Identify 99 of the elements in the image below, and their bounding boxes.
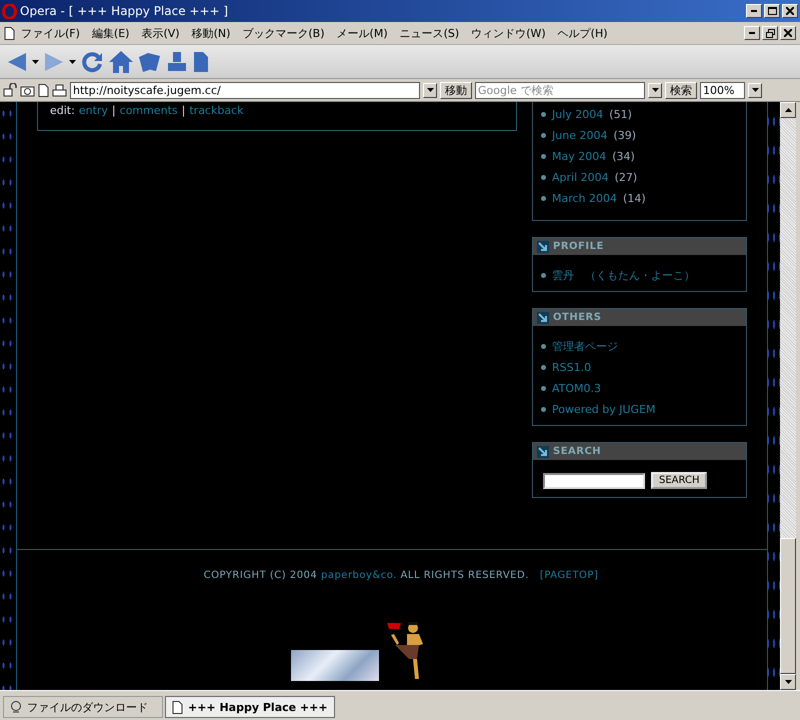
bullet-icon xyxy=(541,364,546,370)
dropdown-button[interactable] xyxy=(69,60,76,64)
arrow-icon xyxy=(537,240,549,252)
archive-link[interactable]: April 2004 xyxy=(552,170,609,184)
download-icon xyxy=(10,701,22,713)
zoom-dropdown-button[interactable] xyxy=(748,82,762,98)
scroll-up-button[interactable] xyxy=(780,102,796,118)
bullet-icon xyxy=(541,112,546,116)
pagetop-link[interactable]: [PAGETOP] xyxy=(540,570,598,581)
sidebar-link[interactable]: 管理者ページ xyxy=(552,338,618,354)
page-icon xyxy=(38,84,49,96)
search-field[interactable]: Google で検索 xyxy=(475,82,645,98)
sidebar-title: OTHERS xyxy=(553,312,602,323)
post-count: (14) xyxy=(623,192,646,204)
menu-item[interactable]: 表示(V) xyxy=(135,26,186,40)
restore-icon xyxy=(766,28,774,38)
bullet-icon xyxy=(541,196,546,200)
archive-link[interactable]: June 2004 xyxy=(552,128,608,142)
go-button[interactable]: 移動 xyxy=(440,82,472,98)
menu-item[interactable]: ファイル(F) xyxy=(15,26,86,40)
tab[interactable]: ファイルのダウンロード xyxy=(3,696,163,718)
search-input[interactable] xyxy=(543,472,645,488)
close-button[interactable] xyxy=(782,4,798,18)
maximize-icon xyxy=(768,7,776,15)
menu-item[interactable]: 編集(E) xyxy=(86,26,136,40)
caret-icon xyxy=(752,88,758,92)
menu-item[interactable]: ブックマーク(B) xyxy=(236,26,331,40)
close-icon xyxy=(786,7,794,15)
minimize-button[interactable] xyxy=(744,26,760,40)
post-count: (27) xyxy=(614,170,638,184)
edit-link[interactable]: entry xyxy=(78,104,108,117)
bullet-icon xyxy=(541,174,546,180)
edit-label: edit: xyxy=(50,104,75,117)
bullet-icon xyxy=(541,272,546,278)
down-arrow-icon xyxy=(784,680,792,684)
caret-icon xyxy=(69,60,76,64)
bullet-icon xyxy=(541,406,546,412)
search-dropdown-button[interactable] xyxy=(648,82,662,98)
window-title: Opera - [ +++ Happy Place +++ ] xyxy=(20,4,230,18)
camera-button[interactable] xyxy=(20,84,35,96)
arrow-icon xyxy=(537,312,549,324)
archive-link[interactable]: July 2004 xyxy=(552,108,604,120)
sidebar-title: PROFILE xyxy=(553,241,604,252)
bullet-icon xyxy=(541,344,546,348)
document-icon xyxy=(4,26,15,40)
post-count: (39) xyxy=(613,128,636,142)
bullet-icon xyxy=(541,386,546,390)
post-count: (34) xyxy=(612,150,635,162)
scroll-down-button[interactable] xyxy=(780,674,796,690)
menu-item[interactable]: ウィンドウ(W) xyxy=(465,26,552,40)
bullet-icon xyxy=(541,154,546,158)
caret-icon xyxy=(32,60,39,64)
separator: | xyxy=(182,104,186,117)
menu-item[interactable]: ニュース(S) xyxy=(394,26,466,40)
sidebar-link[interactable]: RSS1.0 xyxy=(552,360,592,374)
search-button[interactable]: 検索 xyxy=(665,82,697,98)
company-link[interactable]: paperboy&co. xyxy=(320,570,397,581)
tab[interactable]: +++ Happy Place +++ xyxy=(165,696,335,718)
caret-icon xyxy=(652,88,658,92)
page-icon xyxy=(172,700,183,714)
print-button[interactable] xyxy=(52,84,67,96)
up-arrow-icon xyxy=(784,108,792,112)
archive-link[interactable]: May 2004 xyxy=(552,150,606,162)
scrollbar[interactable] xyxy=(780,102,796,690)
edit-link[interactable]: trackback xyxy=(189,104,244,117)
minimize-icon xyxy=(749,32,755,34)
separator: | xyxy=(112,104,116,117)
search-button[interactable]: SEARCH xyxy=(651,472,708,489)
opera-logo-icon xyxy=(2,4,17,18)
restore-button[interactable] xyxy=(762,26,778,40)
security-button[interactable] xyxy=(3,83,17,97)
copyright-text: COPYRIGHT (C) 2004 paperboy&co. ALL RIGHTS RESERVED. [PAGETOP] xyxy=(204,570,598,581)
new-page-button[interactable] xyxy=(38,84,49,96)
reload-button[interactable] xyxy=(80,50,104,74)
menu-item[interactable]: 移動(N) xyxy=(186,26,236,40)
home-button[interactable] xyxy=(108,50,134,74)
dropdown-button[interactable] xyxy=(32,60,39,64)
sidebar-title: SEARCH xyxy=(553,446,602,457)
edit-link[interactable]: comments xyxy=(120,104,178,117)
sidebar-link[interactable]: 雲丹 （くもたん・よーこ） xyxy=(552,268,695,282)
address-field[interactable]: http://noityscafe.jugem.cc/ xyxy=(70,82,420,98)
maximize-button[interactable] xyxy=(764,4,780,18)
bullet-icon xyxy=(541,132,546,138)
zoom-field[interactable]: 100% xyxy=(700,82,745,98)
scroll-thumb[interactable] xyxy=(780,538,796,674)
close-button[interactable] xyxy=(780,26,796,40)
post-count: (51) xyxy=(609,108,632,120)
address-dropdown-button[interactable] xyxy=(423,82,437,98)
bookmarks-button[interactable] xyxy=(138,50,162,72)
arrow-icon xyxy=(537,446,549,458)
archive-link[interactable]: March 2004 xyxy=(552,192,618,204)
close-icon xyxy=(784,29,792,37)
minimize-button[interactable] xyxy=(746,4,762,18)
sidebar-link[interactable]: ATOM0.3 xyxy=(552,382,602,394)
menu-item[interactable]: ヘルプ(H) xyxy=(552,26,614,40)
menu-item[interactable]: メール(M) xyxy=(330,26,394,40)
caret-icon xyxy=(426,88,434,92)
minimize-icon xyxy=(751,10,757,12)
sidebar-link[interactable]: Powered by JUGEM xyxy=(552,402,656,416)
